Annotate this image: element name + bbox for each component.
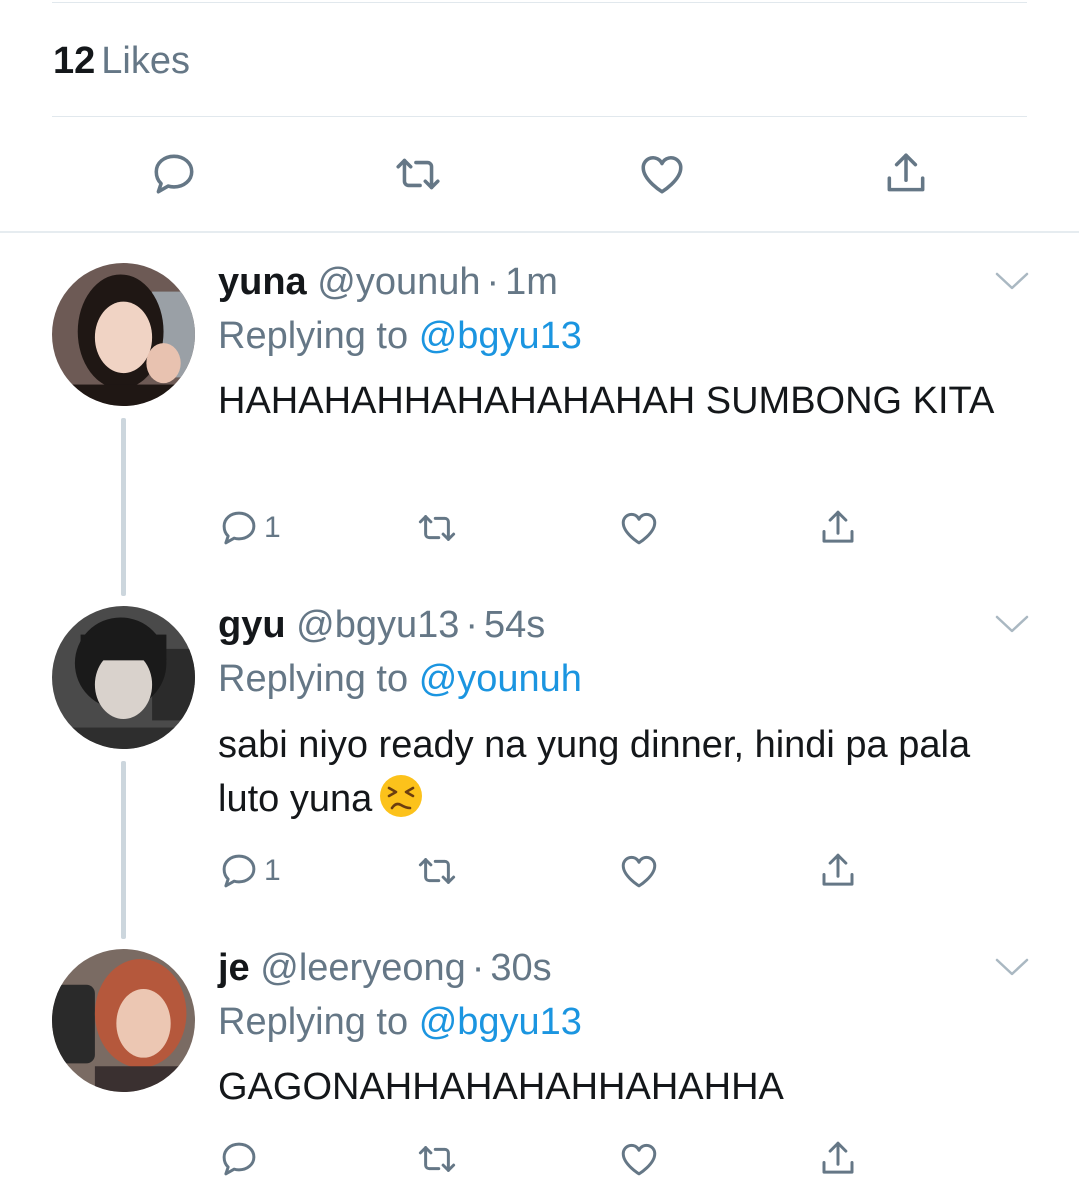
- display-name[interactable]: je: [218, 947, 250, 989]
- reply-icon: [154, 154, 194, 194]
- timestamp[interactable]: 1m: [505, 261, 558, 303]
- more-options-button[interactable]: [993, 611, 1031, 637]
- reply-button[interactable]: [146, 146, 202, 202]
- likes-label: Likes: [101, 40, 190, 82]
- like-icon: [621, 1143, 657, 1176]
- chevron-down-icon: [995, 615, 1029, 633]
- like-button[interactable]: [618, 505, 660, 551]
- retweet-icon: [418, 515, 456, 541]
- reply-header: yuna @younuh · 1m: [218, 260, 558, 304]
- user-handle[interactable]: @younuh: [317, 261, 480, 303]
- thread-line: [121, 761, 126, 939]
- chevron-down-icon: [995, 272, 1029, 290]
- replying-to-line: Replying to @younuh: [218, 657, 582, 701]
- share-button[interactable]: [878, 146, 934, 202]
- reply-button[interactable]: 1: [218, 505, 281, 551]
- reply-header: je @leeryeong · 30s: [218, 946, 552, 990]
- mention-link[interactable]: @younuh: [419, 658, 582, 700]
- share-icon: [822, 510, 854, 543]
- avatar[interactable]: [52, 263, 195, 406]
- retweet-icon: [418, 858, 456, 884]
- display-name[interactable]: gyu: [218, 604, 286, 646]
- reply-action-bar: [218, 1136, 878, 1182]
- retweet-button[interactable]: [416, 505, 458, 551]
- separator-dot: ·: [465, 604, 479, 646]
- avatar[interactable]: [52, 606, 195, 749]
- top-divider: [52, 2, 1027, 3]
- retweet-button[interactable]: [390, 146, 446, 202]
- tweet-action-bar: [0, 146, 1079, 202]
- timestamp[interactable]: 54s: [484, 604, 545, 646]
- tweet-text-content: sabi niyo ready na yung dinner, hindi pa…: [218, 724, 971, 820]
- tweet-text: GAGONAHHAHAHAHHAHAHHA: [218, 1066, 784, 1108]
- replying-prefix: Replying to: [218, 1001, 409, 1043]
- reply-count: 1: [264, 511, 281, 544]
- share-icon: [887, 153, 925, 192]
- share-icon: [822, 1141, 854, 1174]
- chevron-down-icon: [995, 958, 1029, 976]
- avatar-photo: [52, 606, 195, 749]
- like-icon: [641, 156, 683, 194]
- retweet-button[interactable]: [416, 848, 458, 894]
- retweet-icon: [396, 158, 440, 190]
- share-button[interactable]: [817, 505, 859, 551]
- tweet-text: HAHAHAHHAHAHAHAHAH SUMBONG KITA: [218, 380, 995, 422]
- display-name[interactable]: yuna: [218, 261, 307, 303]
- separator-dot: ·: [486, 261, 500, 303]
- persevering-face-emoji: [380, 775, 423, 817]
- tweet-text: sabi niyo ready na yung dinner, hindi pa…: [218, 718, 998, 826]
- share-button[interactable]: [817, 848, 859, 894]
- user-handle[interactable]: @leeryeong: [260, 947, 465, 989]
- timestamp[interactable]: 30s: [490, 947, 551, 989]
- reply-action-bar: 1: [218, 848, 878, 894]
- retweet-icon: [418, 1146, 456, 1172]
- avatar-photo: [52, 263, 195, 406]
- section-divider: [0, 231, 1079, 233]
- replying-to-line: Replying to @bgyu13: [218, 314, 582, 358]
- reply-header: gyu @bgyu13 · 54s: [218, 603, 545, 647]
- like-button[interactable]: [618, 1136, 660, 1182]
- like-button[interactable]: [634, 146, 690, 202]
- actions-divider: [52, 116, 1027, 117]
- reply-button[interactable]: [218, 1136, 264, 1182]
- reply-icon: [222, 1142, 256, 1176]
- mention-link[interactable]: @bgyu13: [419, 1001, 582, 1043]
- avatar-photo: [52, 949, 195, 1092]
- avatar[interactable]: [52, 949, 195, 1092]
- share-icon: [822, 853, 854, 886]
- mention-link[interactable]: @bgyu13: [419, 315, 582, 357]
- reply-button[interactable]: 1: [218, 848, 281, 894]
- more-options-button[interactable]: [993, 954, 1031, 980]
- like-button[interactable]: [618, 848, 660, 894]
- retweet-button[interactable]: [416, 1136, 458, 1182]
- reply-action-bar: 1: [218, 505, 878, 551]
- separator-dot: ·: [471, 947, 485, 989]
- like-icon: [621, 855, 657, 888]
- likes-count: 12: [53, 40, 96, 82]
- replying-prefix: Replying to: [218, 315, 409, 357]
- user-handle[interactable]: @bgyu13: [296, 604, 459, 646]
- replying-to-line: Replying to @bgyu13: [218, 1000, 582, 1044]
- reply-count: 1: [264, 854, 281, 887]
- reply-icon: [222, 854, 256, 888]
- likes-summary[interactable]: 12 Likes: [53, 38, 190, 84]
- more-options-button[interactable]: [993, 268, 1031, 294]
- like-icon: [621, 512, 657, 545]
- thread-line: [121, 418, 126, 596]
- share-button[interactable]: [817, 1136, 859, 1182]
- replying-prefix: Replying to: [218, 658, 409, 700]
- reply-icon: [222, 511, 256, 545]
